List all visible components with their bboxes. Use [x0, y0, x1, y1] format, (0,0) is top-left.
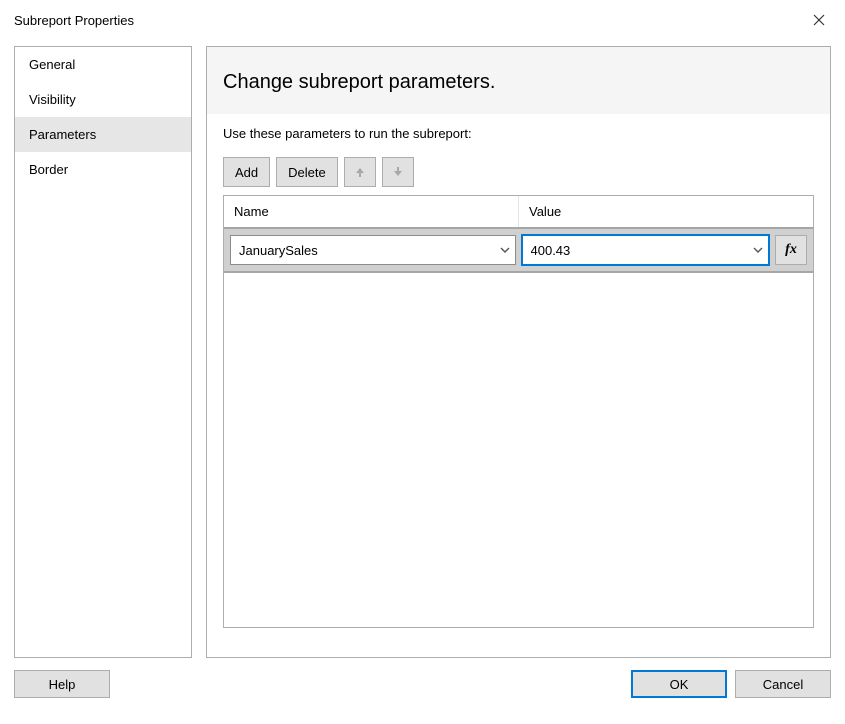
parameter-value-input[interactable]: [522, 235, 770, 265]
expression-fx-button[interactable]: fx: [775, 235, 807, 265]
column-header-value[interactable]: Value: [519, 196, 813, 227]
grid-empty-area: [224, 273, 813, 627]
cancel-button[interactable]: Cancel: [735, 670, 831, 698]
parameter-name-combobox[interactable]: [230, 235, 516, 265]
parameters-grid: Name Value fx: [223, 195, 814, 628]
ok-button[interactable]: OK: [631, 670, 727, 698]
parameter-name-input[interactable]: [230, 235, 516, 265]
add-button[interactable]: Add: [223, 157, 270, 187]
dialog-body: General Visibility Parameters Border Cha…: [0, 40, 845, 668]
dialog-button-bar: Help OK Cancel: [0, 668, 845, 708]
title-bar: Subreport Properties: [0, 0, 845, 40]
close-icon: [813, 14, 825, 26]
panel-heading: Change subreport parameters.: [207, 47, 830, 114]
arrow-down-icon: [392, 166, 404, 178]
window-close-button[interactable]: [803, 8, 835, 32]
sidebar-item-border[interactable]: Border: [15, 152, 191, 187]
panel-instruction: Use these parameters to run the subrepor…: [223, 126, 814, 141]
parameter-row: fx: [224, 227, 813, 273]
parameter-value-combobox[interactable]: [522, 235, 770, 265]
parameter-value-cell: fx: [522, 235, 808, 265]
parameter-toolbar: Add Delete: [223, 157, 814, 187]
sidebar-item-general[interactable]: General: [15, 47, 191, 82]
sidebar-item-visibility[interactable]: Visibility: [15, 82, 191, 117]
move-up-button[interactable]: [344, 157, 376, 187]
category-sidebar: General Visibility Parameters Border: [14, 46, 192, 658]
parameter-name-cell: [230, 235, 516, 265]
sidebar-item-parameters[interactable]: Parameters: [15, 117, 191, 152]
column-header-name[interactable]: Name: [224, 196, 519, 227]
grid-header-row: Name Value: [224, 196, 813, 227]
panel-content: Use these parameters to run the subrepor…: [207, 114, 830, 640]
delete-button[interactable]: Delete: [276, 157, 338, 187]
arrow-up-icon: [354, 166, 366, 178]
help-button[interactable]: Help: [14, 670, 110, 698]
move-down-button[interactable]: [382, 157, 414, 187]
window-title: Subreport Properties: [14, 13, 134, 28]
main-panel: Change subreport parameters. Use these p…: [206, 46, 831, 658]
